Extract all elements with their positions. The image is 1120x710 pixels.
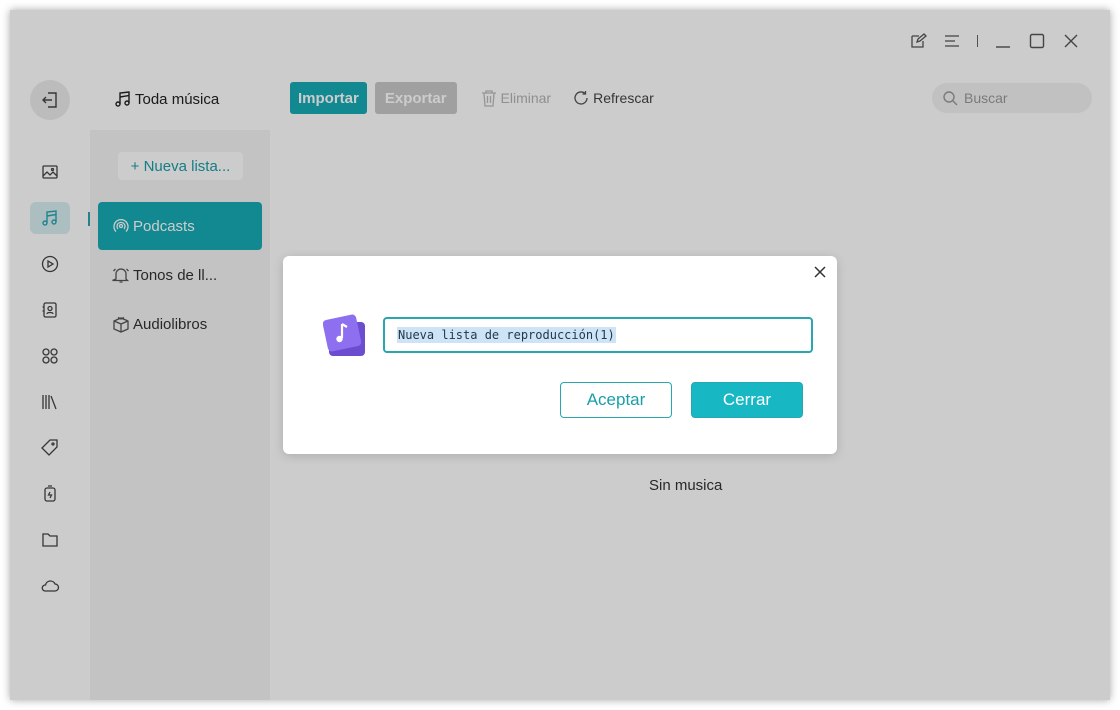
close-icon[interactable] <box>811 263 829 281</box>
playlist-name-value: Nueva lista de reproducción(1) <box>397 327 616 343</box>
playlist-music-icon <box>322 314 371 358</box>
new-playlist-dialog: Nueva lista de reproducción(1) Aceptar C… <box>283 256 837 454</box>
playlist-name-input[interactable]: Nueva lista de reproducción(1) <box>383 317 813 353</box>
close-button[interactable]: Cerrar <box>691 382 803 418</box>
accept-button[interactable]: Aceptar <box>560 382 672 418</box>
